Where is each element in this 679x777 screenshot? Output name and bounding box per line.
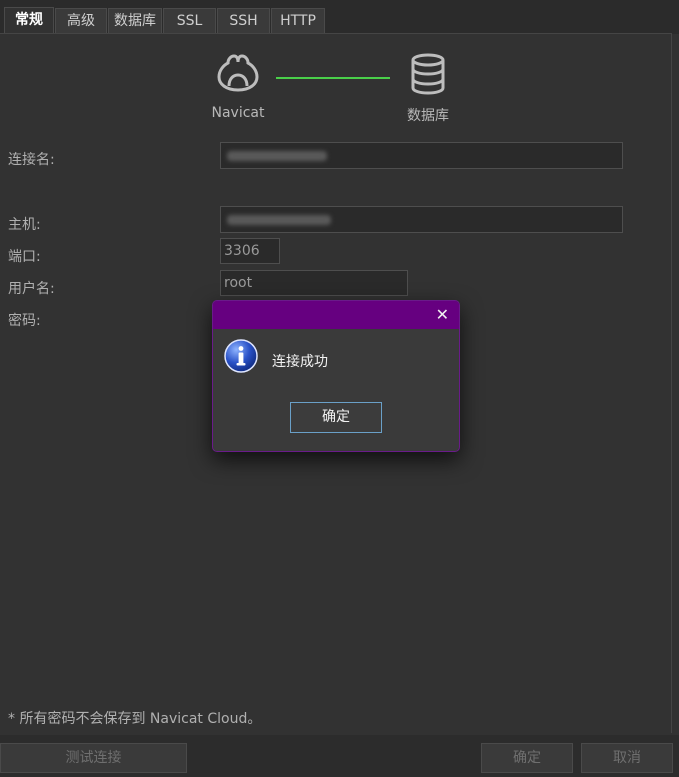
connection-window: 常规 高级 数据库 SSL SSH HTTP Navicat 数据库 连接名: … [0,0,679,777]
tab-database[interactable]: 数据库 [108,8,162,33]
tab-http[interactable]: HTTP [271,8,325,33]
password-label: 密码: [8,313,41,329]
tab-advanced[interactable]: 高级 [55,8,107,33]
password-note: * 所有密码不会保存到 Navicat Cloud。 [8,711,262,727]
port-label: 端口: [8,249,41,265]
bottom-bar: 测试连接 确定 取消 [0,735,679,777]
dialog-title-bar: ✕ [213,301,459,329]
navicat-icon [217,54,259,92]
database-label: 数据库 [407,108,449,124]
user-label: 用户名: [8,281,55,297]
close-icon[interactable]: ✕ [436,304,449,326]
host-input[interactable] [220,206,623,233]
info-icon [224,339,258,373]
redacted-value [227,215,331,225]
database-icon [411,53,445,95]
ok-button[interactable]: 确定 [481,743,573,773]
connection-name-input[interactable] [220,142,623,169]
success-dialog: ✕ 连接成功 确定 [212,300,460,452]
dialog-ok-button[interactable]: 确定 [290,402,382,433]
connection-name-label: 连接名: [8,152,55,168]
tab-general[interactable]: 常规 [4,7,54,34]
host-label: 主机: [8,217,41,233]
redacted-value [227,151,327,161]
connection-link-line [276,77,390,79]
tab-ssl[interactable]: SSL [163,8,216,33]
port-input[interactable]: 3306 [220,238,280,264]
dialog-message: 连接成功 [272,354,328,370]
navicat-label: Navicat [211,105,265,121]
tab-bar: 常规 高级 数据库 SSL SSH HTTP [0,0,679,34]
test-connection-button[interactable]: 测试连接 [0,743,187,773]
tab-ssh[interactable]: SSH [217,8,270,33]
cancel-button[interactable]: 取消 [581,743,673,773]
user-input[interactable]: root [220,270,408,296]
